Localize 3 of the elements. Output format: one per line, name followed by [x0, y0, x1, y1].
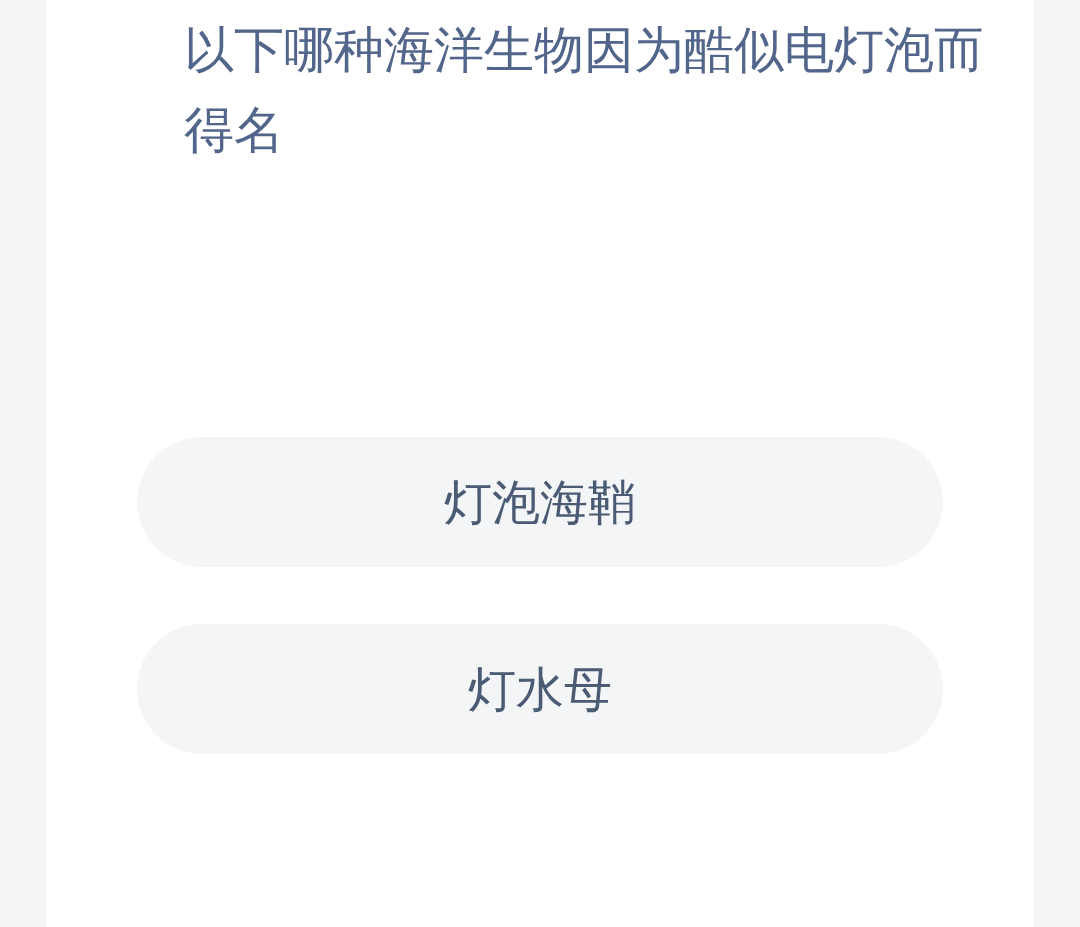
answer-option[interactable]: 灯水母	[137, 624, 943, 754]
answer-option[interactable]: 灯泡海鞘	[137, 437, 943, 567]
question-text: 以下哪种海洋生物因为酷似电灯泡而得名	[184, 20, 984, 161]
